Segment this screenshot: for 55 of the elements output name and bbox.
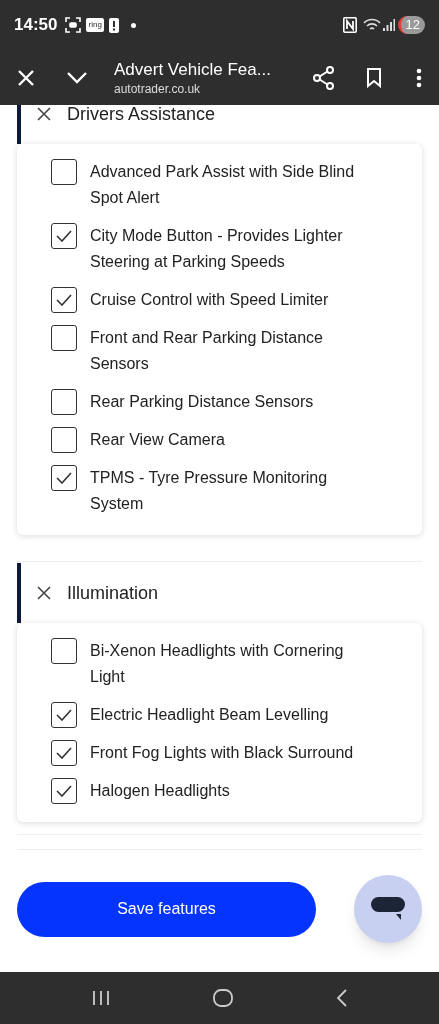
checkbox[interactable] [51,389,77,415]
feature-label: Electric Headlight Beam Levelling [90,705,329,725]
bookmark-icon [366,67,382,88]
dot-icon [130,22,136,28]
feature-label: Halogen Headlights [90,781,230,801]
feature-label: Rear View Camera [90,430,225,450]
wifi-icon [362,18,381,32]
checkmark-icon [56,472,72,484]
checkmark-icon [56,747,72,759]
home-icon [212,989,233,1007]
chevron-down-icon [66,70,88,85]
checkmark-icon [56,294,72,306]
checkmark-icon [56,709,72,721]
feature-label: Cruise Control with Speed Limiter [90,290,329,310]
feature-label: City Mode Button - Provides Lighter Steering at Parking Speeds [90,226,344,272]
share-icon [313,65,335,90]
checkbox[interactable] [51,159,77,185]
back-button[interactable] [335,989,348,1007]
checkbox[interactable] [51,465,77,491]
close-icon [37,107,51,121]
alert-icon [108,17,119,33]
checkbox[interactable] [51,778,77,804]
feature-label: Front and Rear Parking Distance Sensors [90,328,324,374]
close-icon [37,586,51,600]
home-button[interactable] [212,989,233,1007]
chat-button[interactable] [354,875,422,943]
feature-label: Advanced Park Assist with Side Blind Spot Alert [90,162,356,208]
feature-label: Bi-Xenon Headlights with Cornering Light [90,641,345,687]
recent-apps-button[interactable] [91,990,110,1006]
checkmark-icon [56,230,72,242]
checkbox[interactable] [51,223,77,249]
signal-icon [382,19,395,31]
feature-label: TPMS - Tyre Pressure Monitoring System [90,468,329,514]
checkbox[interactable] [51,638,77,664]
checkbox[interactable] [51,702,77,728]
screenshot-icon [65,17,82,33]
checkbox[interactable] [51,740,77,766]
nfc-icon [342,17,357,33]
checkbox[interactable] [51,427,77,453]
save-features-button[interactable]: Save features [17,881,316,937]
chat-bubble-icon [371,896,405,922]
feature-label: Rear Parking Distance Sensors [90,392,314,412]
page-title: Advert Vehicle Fea... [114,58,272,81]
checkbox[interactable] [51,287,77,313]
back-icon [335,989,348,1007]
status-time: 14:50 [14,14,58,37]
checkmark-icon [56,785,72,797]
app-badge-icon: ring [86,18,104,32]
feature-label: Front Fog Lights with Black Surround [90,743,354,763]
page-url: autotrader.co.uk [114,80,202,97]
close-icon [17,68,35,87]
battery-level: 12 [397,16,425,34]
menu-icon [416,67,422,88]
checkbox[interactable] [51,325,77,351]
recent-apps-icon [91,990,110,1006]
